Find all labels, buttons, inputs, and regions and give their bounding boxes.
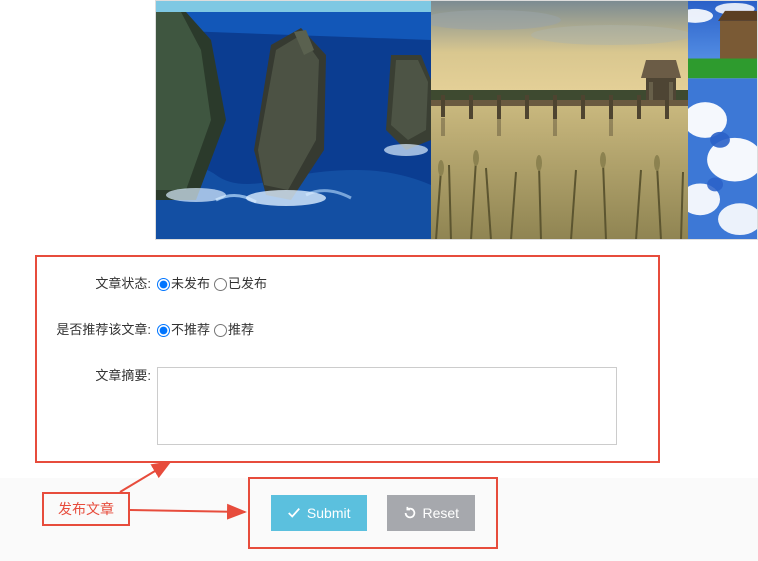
gallery-image-3 [688, 1, 757, 239]
check-icon [287, 506, 301, 520]
image-gallery [155, 0, 758, 240]
recommend-label: 是否推荐该文章: [47, 321, 157, 339]
status-label: 文章状态: [47, 275, 157, 293]
annotation-publish-text: 发布文章 [58, 499, 114, 519]
recommend-yes-text: 推荐 [228, 321, 254, 339]
recommend-no-option[interactable]: 不推荐 [157, 321, 210, 339]
gallery-image-1 [156, 1, 431, 239]
form-annotation-box: 文章状态: 未发布 已发布 是否推荐该文章: 不推荐 推荐 文章摘要 [35, 255, 660, 463]
recommend-yes-option[interactable]: 推荐 [214, 321, 254, 339]
gallery-image-2 [431, 1, 688, 239]
button-annotation-box: Submit Reset [248, 477, 498, 549]
status-published-option[interactable]: 已发布 [214, 275, 267, 293]
summary-textarea[interactable] [157, 367, 617, 445]
status-unpublished-radio[interactable] [157, 278, 170, 291]
reset-label: Reset [423, 505, 460, 521]
summary-label: 文章摘要: [47, 367, 157, 385]
annotation-publish-label: 发布文章 [42, 492, 130, 526]
recommend-no-text: 不推荐 [171, 321, 210, 339]
status-published-text: 已发布 [228, 275, 267, 293]
reset-button[interactable]: Reset [387, 495, 476, 531]
status-unpublished-option[interactable]: 未发布 [157, 275, 210, 293]
recommend-yes-radio[interactable] [214, 324, 227, 337]
submit-label: Submit [307, 505, 351, 521]
status-unpublished-text: 未发布 [171, 275, 210, 293]
submit-button[interactable]: Submit [271, 495, 367, 531]
status-published-radio[interactable] [214, 278, 227, 291]
recommend-no-radio[interactable] [157, 324, 170, 337]
undo-icon [403, 506, 417, 520]
